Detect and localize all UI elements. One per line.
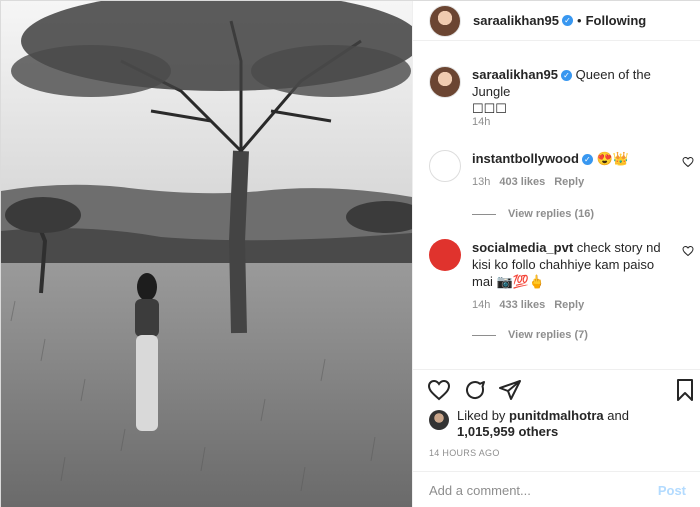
caption-emoji: ☐☐☐ [472,101,507,116]
liker-avatar[interactable] [429,410,449,430]
following-button[interactable]: Following [586,13,647,28]
likes-text: Liked by punitdmalhotra and 1,015,959 ot… [457,408,629,440]
comment-text: 😍👑 [596,151,629,166]
share-icon[interactable] [498,378,522,402]
caption-time[interactable]: 14h [472,116,490,128]
view-replies-label: View replies (7) [508,329,588,341]
liker-username[interactable]: punitdmalhotra [509,408,604,423]
likes-prefix: Liked by [457,408,506,423]
post-sidebar: saraalikhan95 ✓ • Following saraalikhan9… [412,1,700,507]
post-actions [413,369,700,409]
caption-body: saraalikhan95 ✓ Queen of the Jungle ☐☐☐ [472,66,677,117]
comment-avatar[interactable] [429,239,461,271]
heart-icon[interactable] [682,156,694,168]
author-avatar[interactable] [429,4,461,37]
comment-input[interactable] [429,482,658,498]
caption-meta: 14h [472,116,490,128]
likes-count[interactable]: 1,015,959 others [457,424,558,439]
author-username[interactable]: saraalikhan95 [473,13,559,28]
comment-time[interactable]: 13h [472,176,490,188]
verified-icon: ✓ [581,154,593,166]
view-replies-button[interactable]: View replies (16) [472,208,594,220]
post-photo[interactable] [1,1,412,507]
comment-meta: 13h 403 likes Reply [472,176,584,188]
comment-item: socialmedia_pvt check story nd kisi ko f… [429,239,694,341]
caption: saraalikhan95 ✓ Queen of the Jungle ☐☐☐ 1… [429,66,694,136]
comments-list[interactable]: saraalikhan95 ✓ Queen of the Jungle ☐☐☐ 1… [413,54,700,368]
view-replies-label: View replies (16) [508,208,595,220]
bookmark-icon[interactable] [673,378,697,402]
add-comment-bar: Post [413,471,700,507]
comment-avatar[interactable] [429,150,461,182]
comment-time[interactable]: 14h [472,299,490,311]
comment-likes[interactable]: 433 likes [499,299,545,311]
likes-and: and [607,408,629,423]
post-dialog: saraalikhan95 ✓ • Following saraalikhan9… [0,0,700,507]
reply-button[interactable]: Reply [554,299,584,311]
caption-username[interactable]: saraalikhan95 [472,67,558,82]
replies-divider [472,213,496,215]
comment-body: instantbollywood ✓ 😍👑 [472,150,677,167]
comment-username[interactable]: instantbollywood [472,151,579,166]
reply-button[interactable]: Reply [554,176,584,188]
verified-icon: ✓ [562,15,574,26]
heart-icon[interactable] [682,245,694,257]
savanna-photo [1,1,412,507]
comment-body: socialmedia_pvt check story nd kisi ko f… [472,239,677,290]
comment-username[interactable]: socialmedia_pvt [472,240,573,255]
comment-item: instantbollywood ✓ 😍👑 13h 403 likes Reply… [429,150,694,230]
post-header: saraalikhan95 ✓ • Following [413,1,700,41]
comment-icon[interactable] [463,378,487,402]
post-timestamp[interactable]: 14 HOURS AGO [429,448,500,458]
comment-meta: 14h 433 likes Reply [472,299,584,311]
caption-avatar[interactable] [429,66,461,98]
view-replies-button[interactable]: View replies (7) [472,329,588,341]
replies-divider [472,334,496,336]
header-separator: • [577,13,582,28]
heart-icon[interactable] [427,378,451,402]
verified-icon: ✓ [561,70,573,82]
likes-summary: Liked by punitdmalhotra and 1,015,959 ot… [429,408,689,440]
comment-likes[interactable]: 403 likes [499,176,545,188]
post-button[interactable]: Post [658,483,686,498]
